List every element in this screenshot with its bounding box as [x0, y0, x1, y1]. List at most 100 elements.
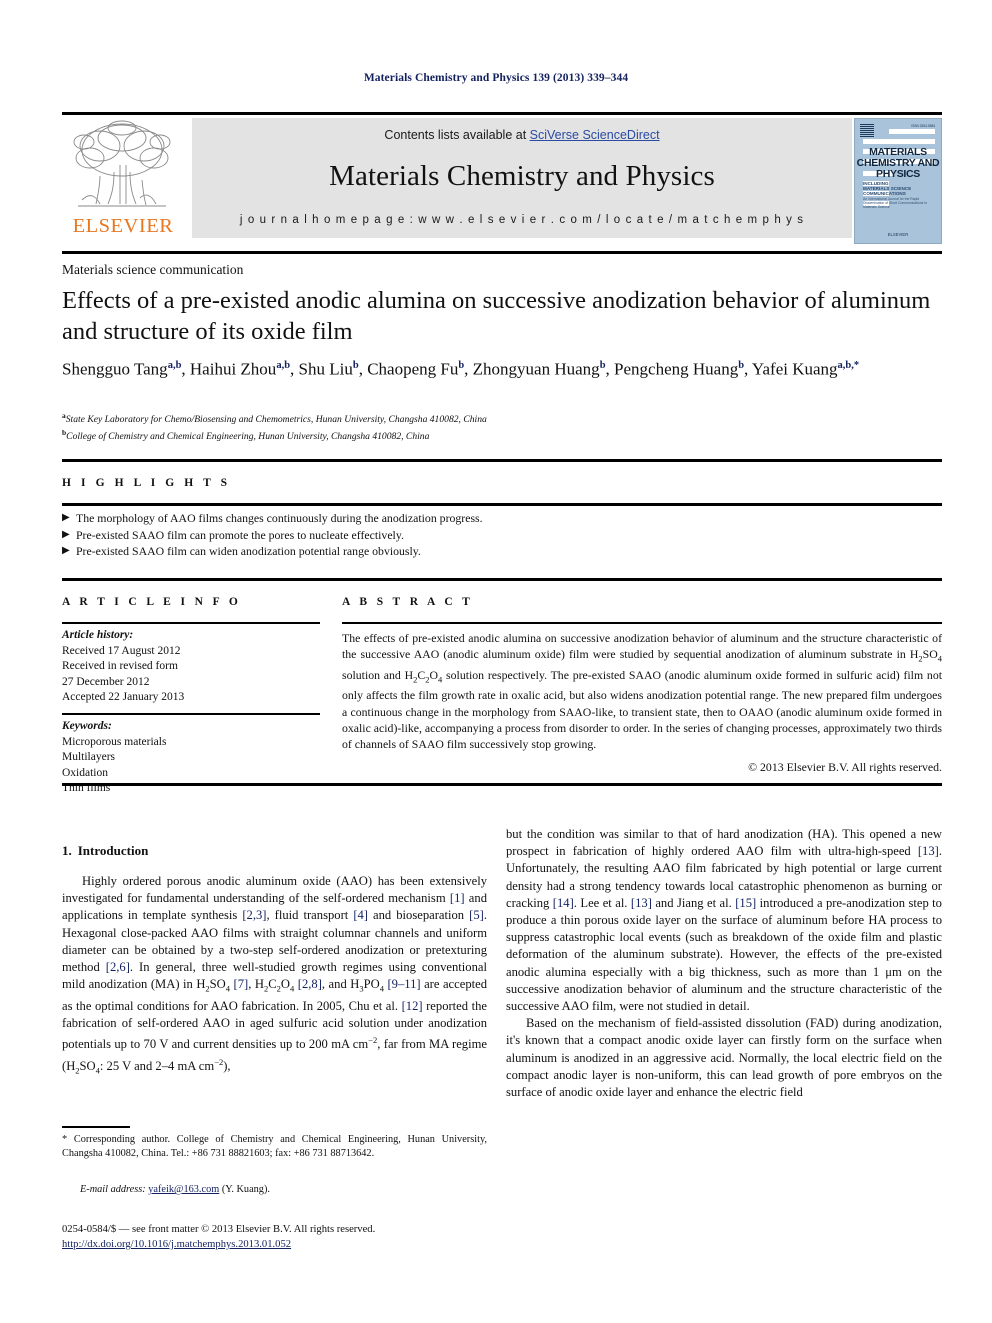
- author-affiliation-marker: a,b: [276, 360, 291, 371]
- elsevier-tree-icon: [73, 120, 171, 207]
- author-affiliation-marker: b: [352, 360, 359, 371]
- author-affiliation-marker: b: [599, 360, 606, 371]
- highlight-item: ▶ Pre-existed SAAO film can promote the p…: [62, 527, 404, 542]
- citation-ref[interactable]: [14]: [553, 896, 574, 910]
- imprint-block: 0254-0584/$ — see front matter © 2013 El…: [62, 1222, 522, 1252]
- abstract-copyright: © 2013 Elsevier B.V. All rights reserved…: [748, 760, 942, 774]
- citation-ref[interactable]: [13]: [918, 844, 939, 858]
- author-affiliation-marker: a,b,*: [837, 360, 860, 371]
- keywords-label: Keywords:: [62, 720, 112, 732]
- author-affiliation-marker: b: [458, 360, 465, 371]
- paragraph-intro-right-1: but the condition was similar to that of…: [506, 827, 942, 1014]
- header-rule-bottom: [62, 251, 942, 254]
- author-name: Pengcheng Huang: [614, 359, 739, 379]
- abstract-rule: [342, 622, 942, 624]
- page-title: Effects of a pre-existed anodic alumina …: [62, 287, 931, 345]
- body-column-left: 1. Introduction Highly ordered porous ano…: [62, 843, 487, 1080]
- body-column-right: but the condition was similar to that of…: [506, 826, 942, 1101]
- contents-prefix: Contents lists available at: [384, 128, 530, 142]
- citation-ref[interactable]: [5]: [469, 908, 484, 922]
- cover-blurb: An International Journal for the Rapid D…: [863, 197, 927, 210]
- author-affiliation-marker: a,b: [167, 360, 182, 371]
- article-history-item: Received in revised form: [62, 660, 178, 672]
- journal-title: Materials Chemistry and Physics: [329, 160, 715, 192]
- citation-ref[interactable]: [4]: [353, 908, 368, 922]
- articleinfo-rule-left: [62, 622, 320, 624]
- article-history-label: Article history:: [62, 629, 134, 641]
- journal-homepage[interactable]: j o u r n a l h o m e p a g e : w w w . …: [240, 214, 804, 226]
- paragraph-intro-left: Highly ordered porous anodic aluminum ox…: [62, 874, 488, 1076]
- articleinfo-rule-bottom: [62, 783, 942, 786]
- contents-lists-line: Contents lists available at SciVerse Sci…: [384, 128, 659, 142]
- cover-subtitle: INCLUDING MATERIALS SCIENCE COMMUNICATIO…: [863, 181, 935, 197]
- doi-link[interactable]: http://dx.doi.org/10.1016/j.matchemphys.…: [62, 1239, 291, 1250]
- affiliation-list: aState Key Laboratory for Chemo/Biosensi…: [62, 410, 942, 444]
- bullet-triangle-icon: ▶: [62, 545, 70, 556]
- author-list: Shengguo Tanga,b, Haihui Zhoua,b, Shu Li…: [62, 359, 860, 379]
- sciencedirect-link[interactable]: SciVerse ScienceDirect: [530, 128, 660, 142]
- bullet-triangle-icon: ▶: [62, 512, 70, 523]
- article-history: Article history: Received 17 August 2012 R…: [62, 628, 320, 706]
- author-affiliation-marker: b: [738, 360, 745, 371]
- email-link[interactable]: yafeik@163.com: [148, 1184, 219, 1195]
- footnote-rule: [62, 1126, 130, 1128]
- paragraph-intro-right-2: Based on the mechanism of field-assisted…: [506, 1016, 942, 1100]
- author-name: Shengguo Tang: [62, 359, 168, 379]
- intro-heading: 1. Introduction: [62, 843, 487, 859]
- author-name: Shu Liu: [298, 359, 353, 379]
- journal-cover-thumbnail: ISSN 0254-0584 MATERIALS CHEMISTRY AND P…: [854, 118, 942, 244]
- masthead-center: Contents lists available at SciVerse Sci…: [192, 118, 852, 238]
- citation-ref[interactable]: [2,3]: [242, 908, 266, 922]
- highlight-item: ▶ Pre-existed SAAO film can widen anodiza…: [62, 544, 421, 558]
- journal-masthead: ELSEVIER Contents lists available at Sci…: [62, 118, 942, 244]
- citation-ref[interactable]: [7]: [234, 977, 249, 991]
- bullet-triangle-icon: ▶: [62, 528, 70, 540]
- abstract-label: A B S T R A C T: [342, 596, 474, 608]
- elsevier-logo: ELSEVIER: [62, 118, 184, 238]
- article-info-label: A R T I C L E I N F O: [62, 596, 242, 608]
- cover-footer: ELSEVIER: [887, 232, 909, 237]
- article-history-item: Received 17 August 2012: [62, 644, 181, 657]
- citation-ref[interactable]: [9–11]: [387, 977, 420, 991]
- cover-issn: ISSN 0254-0584: [911, 124, 935, 128]
- intro-heading-text: Introduction: [77, 843, 149, 858]
- article-history-item: 27 December 2012: [62, 675, 150, 688]
- citation-ref[interactable]: [12]: [402, 999, 423, 1013]
- author-name: Chaopeng Fu: [367, 359, 459, 379]
- articleinfo-rule-top: [62, 578, 942, 581]
- section-label: Materials science communication: [62, 262, 244, 277]
- imprint-line: 0254-0584/$ — see front matter © 2013 El…: [62, 1224, 376, 1235]
- cover-title: MATERIALS CHEMISTRY AND PHYSICS: [855, 147, 941, 180]
- abstract-text: The effects of pre-existed anodic alumin…: [342, 631, 942, 751]
- cover-sub-line3: COMMUNICATIONS: [863, 191, 906, 197]
- highlights-list: ▶ The morphology of AAO films changes con…: [62, 510, 942, 560]
- citation-ref[interactable]: [2,6]: [106, 960, 130, 974]
- article-history-item: Accepted 22 January 2013: [62, 691, 185, 703]
- citation-ref[interactable]: [1]: [450, 891, 465, 905]
- citation-ref[interactable]: [2,8]: [298, 977, 322, 991]
- keyword-item: Microporous materials: [62, 735, 167, 748]
- elsevier-wordmark: ELSEVIER: [72, 215, 174, 237]
- email-suffix: (Y. Kuang).: [221, 1184, 270, 1195]
- affiliation-item: aState Key Laboratory for Chemo/Biosensi…: [62, 411, 487, 426]
- highlights-rule-top: [62, 459, 942, 462]
- affiliation-item: bCollege of Chemistry and Chemical Engin…: [62, 427, 430, 443]
- keyword-item: Oxidation: [62, 766, 108, 779]
- corresponding-author-note: * Corresponding author. College of Chemi…: [62, 1134, 487, 1159]
- citation-ref[interactable]: [15]: [735, 896, 756, 910]
- header-rule-top: [62, 112, 942, 115]
- intro-number: 1.: [62, 843, 72, 858]
- author-name: Zhongyuan Huang: [472, 359, 600, 379]
- highlight-item: ▶ The morphology of AAO films changes con…: [62, 511, 483, 525]
- running-head: Materials Chemistry and Physics 139 (201…: [363, 72, 629, 84]
- highlights-label: H I G H L I G H T S: [62, 477, 231, 489]
- article-page: Materials Chemistry and Physics 139 (201…: [0, 0, 992, 1323]
- highlights-rule-mid: [62, 503, 942, 506]
- email-label: E-mail address:: [80, 1184, 146, 1195]
- author-name: Yafei Kuang: [751, 359, 838, 379]
- keyword-item: Multilayers: [62, 751, 116, 763]
- articleinfo-rule-left2: [62, 713, 320, 715]
- citation-ref[interactable]: [13]: [631, 896, 652, 910]
- cover-publisher-mark-icon: [860, 123, 874, 137]
- cover-title-line3: PHYSICS: [876, 168, 920, 180]
